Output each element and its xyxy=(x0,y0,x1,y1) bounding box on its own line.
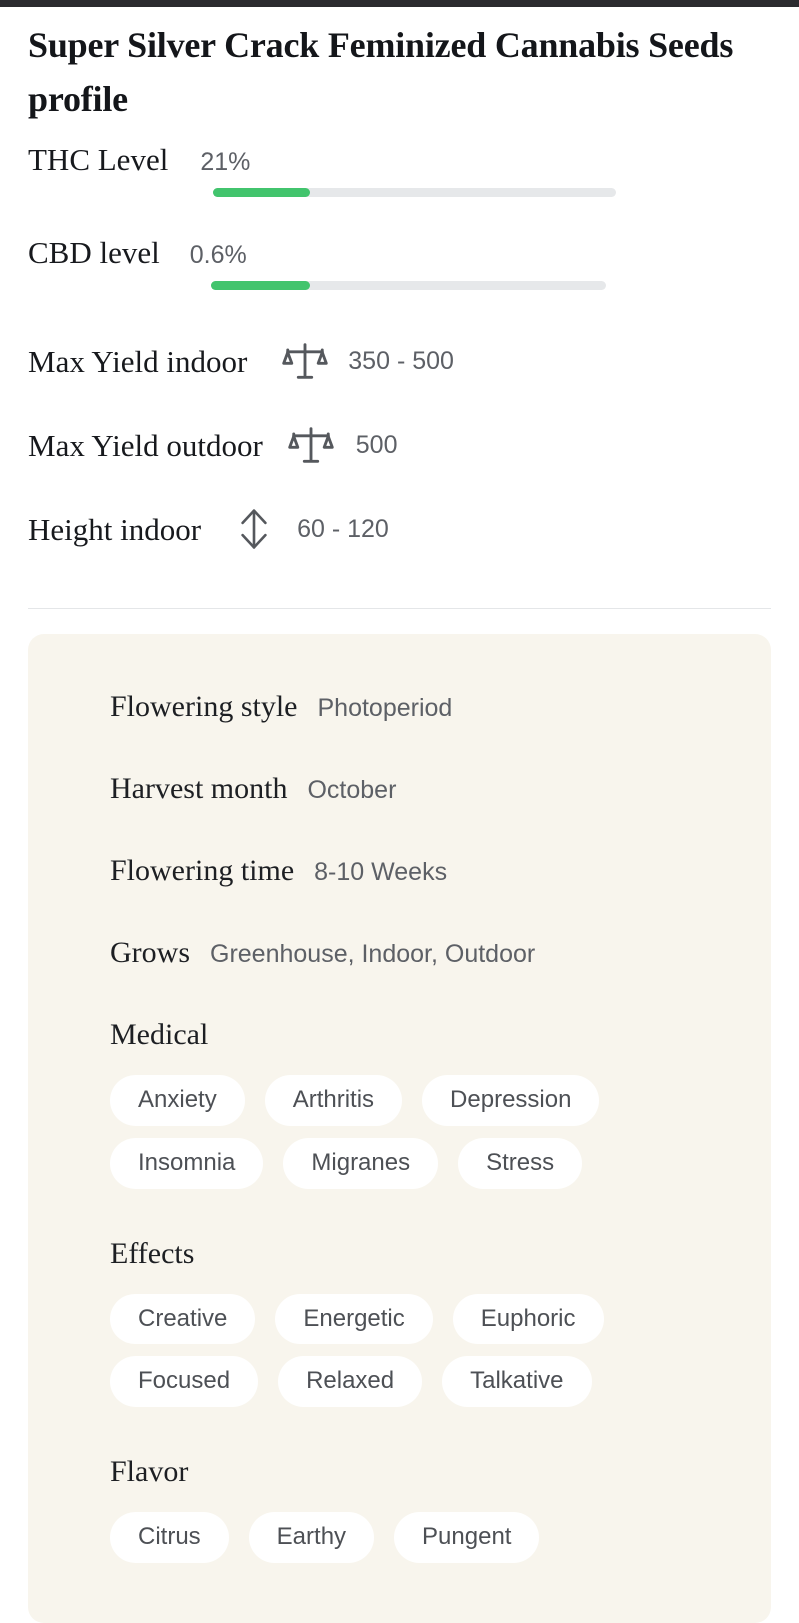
thc-progress-bar xyxy=(213,188,616,197)
detail-row-grows: Grows Greenhouse, Indoor, Outdoor xyxy=(28,936,771,970)
cbd-level-label: CBD level xyxy=(28,235,160,270)
stat-max-yield-outdoor: Max Yield outdoor 500 xyxy=(28,422,771,468)
details-card: Flowering style Photoperiod Harvest mont… xyxy=(28,634,771,1623)
top-status-strip xyxy=(0,0,799,7)
stats-section: THC Level 21% CBD level 0.6% Max Yield i… xyxy=(0,128,799,552)
stat-max-yield-indoor: Max Yield indoor 350 - 500 xyxy=(28,338,771,384)
page-title: Super Silver Crack Feminized Cannabis Se… xyxy=(28,25,734,119)
medical-tag-list: Anxiety Arthritis Depression Insomnia Mi… xyxy=(28,1075,771,1189)
max-yield-indoor-label: Max Yield indoor xyxy=(28,343,248,379)
thc-level-label: THC Level xyxy=(28,142,169,177)
detail-label: Flowering style xyxy=(110,690,298,723)
cbd-progress-fill xyxy=(211,281,310,290)
medical-tag[interactable]: Anxiety xyxy=(110,1075,245,1126)
effects-tag-list: Creative Energetic Euphoric Focused Rela… xyxy=(28,1293,771,1408)
medical-tag[interactable]: Arthritis xyxy=(264,1075,403,1126)
thc-progress-fill xyxy=(213,188,310,197)
page-header: Super Silver Crack Feminized Cannabis Se… xyxy=(0,7,799,128)
effects-tag[interactable]: Creative xyxy=(110,1293,256,1345)
cbd-level-value: 0.6% xyxy=(189,241,247,269)
max-yield-indoor-value: 350 - 500 xyxy=(348,346,454,375)
stat-height-indoor: Height indoor 60 - 120 xyxy=(28,506,771,552)
flavor-tag-list: Citrus Earthy Pungent xyxy=(28,1512,771,1623)
max-yield-outdoor-label: Max Yield outdoor xyxy=(28,427,263,463)
stat-thc-level: THC Level 21% xyxy=(28,142,771,197)
effects-tag[interactable]: Euphoric xyxy=(452,1293,604,1345)
medical-tag[interactable]: Stress xyxy=(458,1137,583,1189)
detail-label: Grows xyxy=(110,936,190,969)
medical-tag[interactable]: Migranes xyxy=(283,1137,439,1189)
flavor-group-title: Flavor xyxy=(110,1455,189,1489)
max-yield-outdoor-value: 500 xyxy=(355,430,398,459)
height-indoor-value: 60 - 120 xyxy=(297,514,389,543)
effects-tag[interactable]: Focused xyxy=(110,1356,259,1408)
effects-group-title: Effects xyxy=(110,1236,195,1270)
detail-value: October xyxy=(307,776,397,804)
section-divider xyxy=(28,608,771,609)
effects-tag[interactable]: Talkative xyxy=(442,1356,592,1408)
height-arrow-icon xyxy=(233,506,275,552)
detail-row-flowering-time: Flowering time 8-10 Weeks xyxy=(28,854,771,888)
cbd-progress-bar xyxy=(211,281,606,290)
detail-value: Greenhouse, Indoor, Outdoor xyxy=(210,940,536,968)
flavor-tag[interactable]: Citrus xyxy=(110,1512,229,1563)
detail-row-flowering-style: Flowering style Photoperiod xyxy=(28,690,771,724)
detail-value: 8-10 Weeks xyxy=(314,858,448,886)
medical-group-title: Medical xyxy=(110,1018,209,1051)
scales-icon xyxy=(282,338,328,384)
effects-tag[interactable]: Energetic xyxy=(275,1293,433,1345)
cbd-progress-track xyxy=(211,281,606,290)
height-indoor-label: Height indoor xyxy=(28,511,202,547)
thc-level-value: 21% xyxy=(200,148,251,176)
detail-value: Photoperiod xyxy=(317,694,453,722)
flavor-tag[interactable]: Earthy xyxy=(248,1512,375,1563)
effects-tag[interactable]: Relaxed xyxy=(278,1356,423,1408)
detail-label: Flowering time xyxy=(110,854,295,887)
flavor-tag[interactable]: Pungent xyxy=(394,1512,540,1563)
scales-icon xyxy=(288,422,334,468)
medical-tag[interactable]: Depression xyxy=(422,1075,600,1126)
medical-tag[interactable]: Insomnia xyxy=(110,1137,264,1189)
thc-progress-track xyxy=(213,188,616,197)
detail-row-harvest-month: Harvest month October xyxy=(28,772,771,806)
detail-label: Harvest month xyxy=(110,772,288,805)
stat-cbd-level: CBD level 0.6% xyxy=(28,235,771,290)
